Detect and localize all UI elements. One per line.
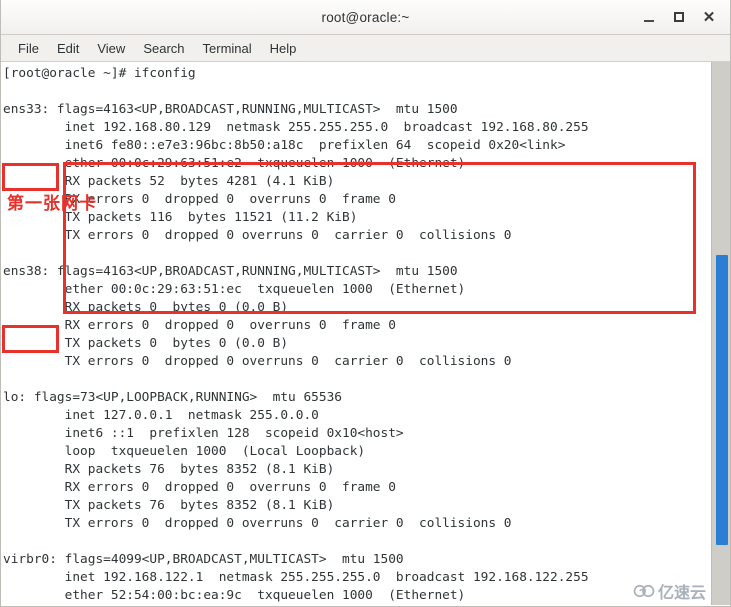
terminal-window: root@oracle:~ ✕ File Edit View Search Te… [0,0,731,607]
terminal-line: TX packets 76 bytes 8352 (8.1 KiB) [3,498,335,513]
terminal-line: loop txqueuelen 1000 (Local Loopback) [3,444,366,459]
terminal-line: inet6 ::1 prefixlen 128 scopeid 0x10<hos… [3,426,404,441]
menu-item-terminal[interactable]: Terminal [194,38,261,59]
maximize-button[interactable] [664,2,694,32]
terminal-output[interactable]: [root@oracle ~]# ifconfig ens33: flags=41… [1,62,713,605]
terminal-line: TX packets 0 bytes 0 (0.0 B) [3,336,289,351]
scrollbar-thumb[interactable] [716,255,728,545]
minimize-icon [644,20,654,22]
title-bar: root@oracle:~ ✕ [1,0,730,35]
terminal-line: [root@oracle ~]# ifconfig [3,66,196,81]
terminal-line: RX errors 0 dropped 0 overruns 0 frame 0 [3,480,396,495]
close-button[interactable]: ✕ [694,2,724,32]
terminal-line: ether 52:54:00:bc:ea:9c txqueuelen 1000 … [3,588,466,603]
menu-item-search[interactable]: Search [134,38,193,59]
terminal-line: inet 192.168.122.1 netmask 255.255.255.0… [3,570,589,585]
terminal-line: TX packets 116 bytes 11521 (11.2 KiB) [3,210,358,225]
terminal-line: virbr0: flags=4099<UP,BROADCAST,MULTICAS… [3,552,404,567]
terminal-line: ens38: flags=4163<UP,BROADCAST,RUNNING,M… [3,264,458,279]
terminal-line: ether 00:0c:29:63:51:e2 txqueuelen 1000 … [3,156,466,171]
terminal-line: TX errors 0 dropped 0 overruns 0 carrier… [3,354,512,369]
window-controls: ✕ [634,0,724,34]
close-icon: ✕ [702,8,716,26]
minimize-button[interactable] [634,2,664,32]
terminal-line: inet 192.168.80.129 netmask 255.255.255.… [3,120,589,135]
terminal-line: TX errors 0 dropped 0 overruns 0 carrier… [3,228,512,243]
terminal-content-area[interactable]: [root@oracle ~]# ifconfig ens33: flags=41… [1,62,730,605]
terminal-line: inet 127.0.0.1 netmask 255.0.0.0 [3,408,319,423]
menu-item-help[interactable]: Help [261,38,306,59]
menu-bar: File Edit View Search Terminal Help [1,35,730,62]
vertical-scrollbar[interactable] [711,62,730,605]
terminal-line: RX errors 0 dropped 0 overruns 0 frame 0 [3,318,396,333]
maximize-icon [674,12,684,22]
window-title: root@oracle:~ [321,9,410,25]
terminal-line: ether 00:0c:29:63:51:ec txqueuelen 1000 … [3,282,466,297]
terminal-line: RX packets 76 bytes 8352 (8.1 KiB) [3,462,335,477]
menu-item-view[interactable]: View [88,38,134,59]
menu-item-edit[interactable]: Edit [48,38,88,59]
terminal-line: ens33: flags=4163<UP,BROADCAST,RUNNING,M… [3,102,458,117]
terminal-line: RX errors 0 dropped 0 overruns 0 frame 0 [3,192,396,207]
terminal-line: TX errors 0 dropped 0 overruns 0 carrier… [3,516,512,531]
terminal-line: inet6 fe80::e7e3:96bc:8b50:a18c prefixle… [3,138,566,153]
terminal-line: RX packets 0 bytes 0 (0.0 B) [3,300,289,315]
terminal-line: RX packets 52 bytes 4281 (4.1 KiB) [3,174,335,189]
terminal-line: lo: flags=73<UP,LOOPBACK,RUNNING> mtu 65… [3,390,342,405]
menu-item-file[interactable]: File [9,38,48,59]
